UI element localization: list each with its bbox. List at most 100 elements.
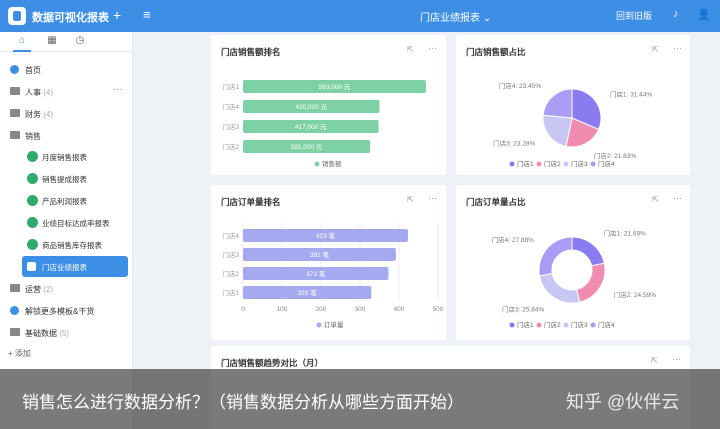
legend-label: 门店4 [598,159,615,168]
slice-label: 门店3: 23.28% [493,138,535,147]
legend-marker [590,161,596,167]
back-to-old-version-button[interactable]: 回到旧版 [616,9,652,22]
sidebar-item-finance[interactable]: 财务 (4) [0,104,133,124]
category-label: 门店3 [222,122,239,131]
sidebar-item-count: (2) [43,285,54,294]
sales-share-card: 门店销售额占比 ⇱ ··· 门店1: 31.44% 门店2: 21.83% 门店3:… [456,35,690,175]
app-logo-icon [8,7,26,25]
legend-marker [314,161,320,167]
report-icon [27,262,36,271]
caption-overlay: 销售怎么进行数据分析？（销售数据分析从哪些方面开始） 知乎 @伙伴云 [0,369,720,429]
sidebar-item-unlock-templates[interactable]: 解锁更多模板&干货 [0,301,133,321]
category-label: 门店1 [222,82,239,91]
sidebar-subitem-commission[interactable]: 销售提成报表 [22,168,128,189]
sidebar-item-label: 基础数据 [25,329,57,338]
notification-bell-icon[interactable]: ♪ [673,8,679,20]
slice-label: 门店2: 21.83% [594,151,636,160]
orders-share-chart: 门店1: 21.69% 门店2: 24.59% 门店3: 25.84% 门店4: 27… [492,228,657,329]
sidebar-subitem-target[interactable]: 业绩目标达成率报表 [22,212,128,233]
legend-label: 门店4 [598,320,615,329]
sidebar-item-count: (5) [59,329,70,338]
sidebar-item-count: (4) [43,88,54,97]
category-label: 门店2 [222,269,239,278]
sidebar-item-label: 运营 [25,285,41,294]
add-tab-button[interactable]: + [113,7,121,23]
pie-slice [576,262,606,303]
slice-label: 门店3: 25.84% [502,304,544,313]
legend-label: 门店2 [544,320,561,329]
folder-icon [10,109,20,117]
user-avatar-icon[interactable]: 👤 [697,8,711,21]
category-label: 门店1 [222,288,239,297]
sales-share-chart: 门店1: 31.44% 门店2: 21.83% 门店3: 23.28% 门店4: 23… [493,81,652,168]
legend-marker [563,322,569,328]
legend-label: 门店2 [544,159,561,168]
sidebar-subitem-monthly-sales[interactable]: 月度销售报表 [22,146,128,167]
data-label: 329 笔 [298,288,318,297]
sidebar-tabs: ⌂ ▦ ◷ [0,32,132,52]
orders-rank-chart: 0 100 200 300 400 500 门店4 423 笔门店3 392 笔门店2 373 笔… [222,223,444,329]
data-label: 420,000 元 [295,103,327,111]
legend-marker [509,322,515,328]
data-label: 563,000 元 [319,83,351,91]
category-label: 门店4 [222,231,239,240]
legend-label: 门店3 [571,159,588,168]
sidebar-subitem-inventory[interactable]: 商品销售库存报表 [22,234,128,255]
sidebar-item-base-data[interactable]: 基础数据 (5) [0,323,133,343]
sidebar-item-label: 首页 [25,66,41,75]
pie-slice [538,273,581,304]
sidebar-item-label: 销售 [25,132,41,141]
sidebar-subitem-profit[interactable]: 产品利润报表 [22,190,128,211]
legend-marker [509,161,515,167]
orders-rank-card: 门店订单量排名 ⇱ ··· 0 100 200 300 400 500 门店4 423 笔门店… [211,185,446,340]
legend-label: 订单量 [324,320,344,329]
x-tick-label: 0 [241,306,245,313]
report-selector[interactable]: 门店业绩报表 ⌄ [420,9,491,24]
card-title: 门店销售额趋势对比（月） [221,358,324,368]
history-tab-icon[interactable]: ◷ [71,35,89,46]
grid-tab-icon[interactable]: ▦ [43,35,61,46]
sidebar-item-hr[interactable]: 人事 (4) ··· [0,82,133,102]
sidebar-item-count: (4) [43,110,54,119]
slice-label: 门店1: 21.69% [604,228,646,237]
expand-icon[interactable]: ⇱ [651,356,658,365]
add-item-button[interactable]: + 添加 [8,348,31,359]
data-label: 392 笔 [310,250,330,259]
legend-marker [316,322,322,328]
sidebar-item-label: 解锁更多模板&干货 [25,307,95,316]
legend-marker [536,322,542,328]
legend-marker [536,161,542,167]
report-icon [27,217,38,228]
report-icon [27,173,38,184]
orders-share-card: 门店订单量占比 ⇱ ··· 门店1: 21.69% 门店2: 24.59% 门店3:… [456,185,690,340]
sidebar-item-sales[interactable]: 销售 [0,126,133,146]
category-label: 门店2 [222,142,239,151]
x-tick-label: 500 [433,306,444,313]
pie-slice [542,88,573,119]
slice-label: 门店1: 31.44% [610,89,652,98]
menu-toggle-button[interactable]: ≡ [143,7,151,22]
report-icon [27,239,38,250]
slice-label: 门店4: 27.88% [492,235,534,244]
sidebar-item-label: 人事 [25,88,41,97]
sidebar-item-operations[interactable]: 运营 (2) [0,279,133,299]
sidebar-item-label: 财务 [25,110,41,119]
data-label: 373 笔 [306,269,326,278]
legend-label: 门店3 [571,320,588,329]
sidebar-item-home[interactable]: 首页 [0,60,133,80]
home-icon [10,65,19,74]
home-tab-icon[interactable]: ⌂ [13,35,31,52]
category-label: 门店4 [222,102,239,111]
more-options-icon[interactable]: ··· [113,84,123,95]
legend-label: 销售额 [322,159,342,168]
watermark-text: 知乎 @伙伴云 [566,392,680,412]
folder-open-icon [10,131,20,139]
legend-marker [590,322,596,328]
report-icon [27,151,38,162]
x-tick-label: 200 [316,306,327,313]
legend-label: 门店1 [517,320,534,329]
sidebar-subitem-store-performance[interactable]: 门店业绩报表 [22,256,128,277]
legend-marker [563,161,569,167]
sales-rank-chart: 门店1 563,000 元门店4 420,000 元门店3 417,000 元门店2 3… [222,80,426,168]
more-options-icon[interactable]: ··· [672,354,681,364]
